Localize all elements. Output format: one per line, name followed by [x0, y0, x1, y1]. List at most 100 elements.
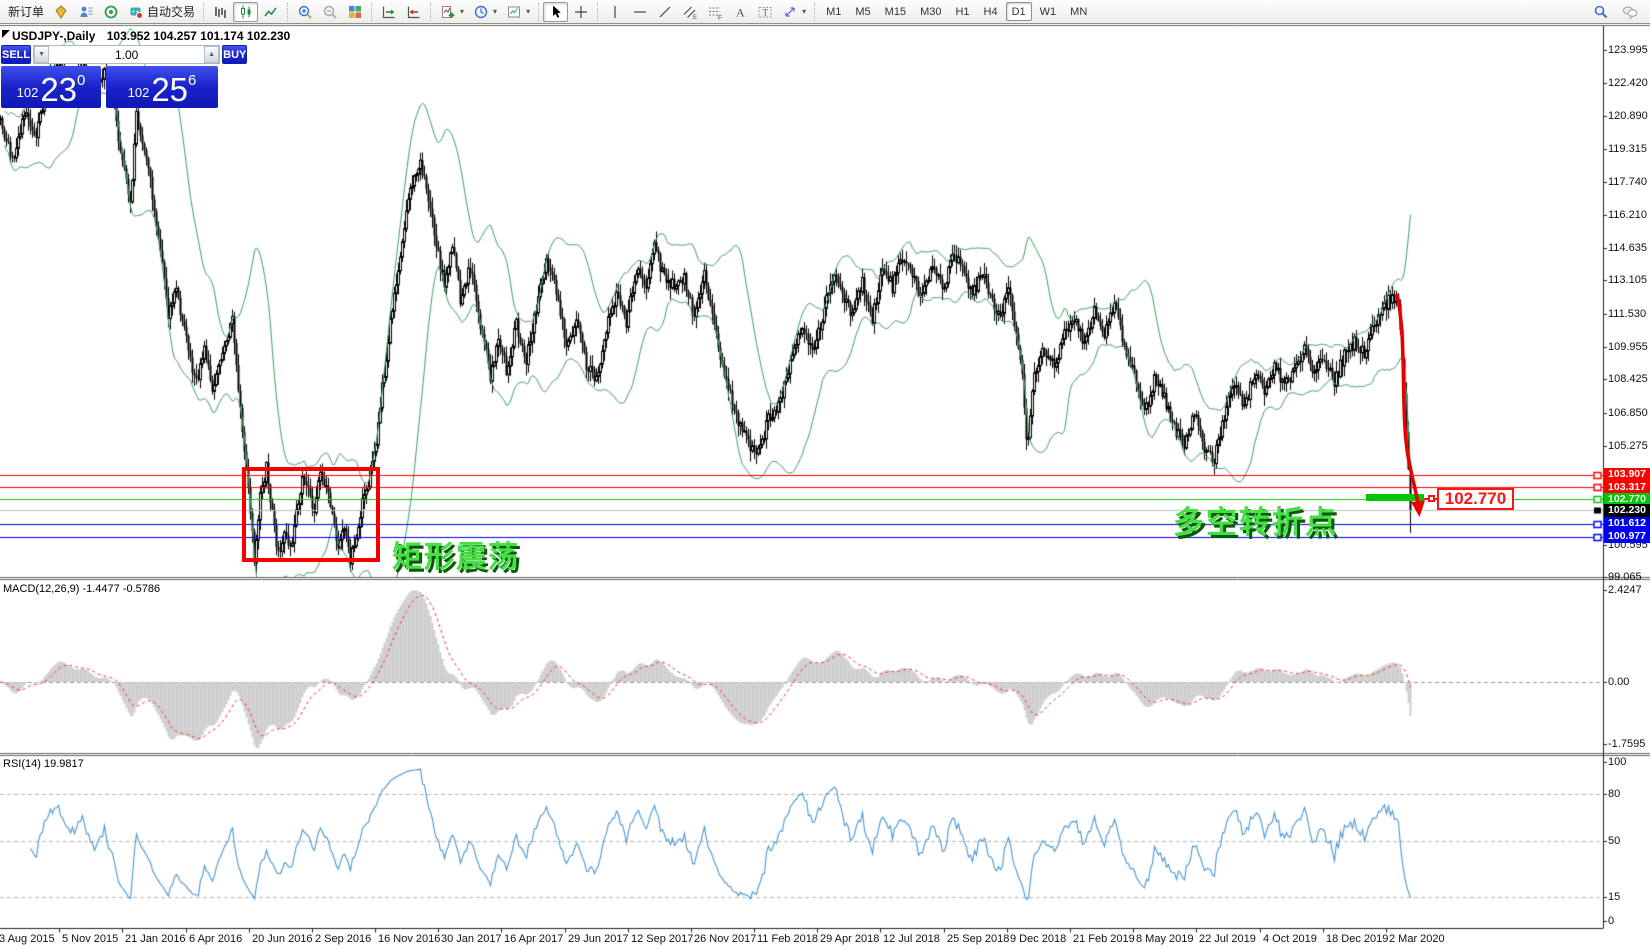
rsi-axis-tick: 80: [1608, 788, 1620, 800]
date-axis-label: 2 Sep 2016: [315, 933, 371, 945]
date-axis-label: 12 Sep 2017: [631, 933, 693, 945]
periods-button[interactable]: ▾: [468, 2, 501, 22]
date-axis-label: 16 Nov 2016: [378, 933, 440, 945]
price-axis-tick: 99.065: [1608, 571, 1642, 583]
price-axis-tick: 109.955: [1608, 341, 1648, 353]
zoom-in-icon: [296, 3, 313, 20]
fibonacci-tool-button[interactable]: F: [702, 2, 727, 22]
fibonacci-icon: F: [706, 3, 723, 20]
text-label-icon: T: [756, 3, 773, 20]
date-axis-label: 20 Jun 2016: [252, 933, 313, 945]
templates-button[interactable]: ▾: [501, 2, 534, 22]
sell-price-pip: 0: [77, 72, 85, 89]
timeframe-mn[interactable]: MN: [1064, 2, 1093, 21]
date-axis-label: 12 Jul 2018: [883, 933, 940, 945]
zoom-out-button[interactable]: [317, 2, 342, 22]
buy-button[interactable]: BUY: [222, 45, 247, 64]
timeframe-h1[interactable]: H1: [949, 2, 975, 21]
timeframe-d1[interactable]: D1: [1006, 2, 1032, 21]
svg-text:A: A: [736, 5, 745, 19]
arrows-dropdown-caret[interactable]: ▾: [802, 7, 806, 16]
volume-increase-button[interactable]: ▲: [204, 46, 219, 63]
date-axis-label: 16 Apr 2017: [504, 933, 563, 945]
chart-shift-icon: [380, 3, 397, 20]
trendline-icon: [656, 3, 673, 20]
new-order-button[interactable]: 新订单: [4, 2, 48, 22]
timeframe-m30[interactable]: M30: [914, 2, 947, 21]
chart-ohlc-values: 103.952 104.257 101.174 102.230: [107, 29, 291, 43]
equidistant-channel-icon: E: [681, 3, 698, 20]
date-axis-label: 25 Sep 2018: [947, 933, 1009, 945]
toolbar-separator: [430, 3, 431, 21]
auto-scroll-icon: [405, 3, 422, 20]
chart-shift-button[interactable]: [376, 2, 401, 22]
date-axis-label: 18 Dec 2019: [1326, 933, 1388, 945]
metaeditor-button[interactable]: [48, 2, 73, 22]
price-tag-102770: 102.770: [1437, 488, 1514, 510]
rectangle-oscillation-label: 矩形震荡: [392, 532, 520, 576]
arrows-shapes-icon: [781, 3, 798, 20]
channel-tool-button[interactable]: E: [677, 2, 702, 22]
trendline-tool-button[interactable]: [652, 2, 677, 22]
price-level-badge: 103.907: [1604, 468, 1650, 481]
periods-clock-icon: [472, 3, 489, 20]
autotrading-button[interactable]: 自动交易: [123, 2, 199, 22]
zoom-out-icon: [321, 3, 338, 20]
market-watch-button[interactable]: [98, 2, 123, 22]
line-chart-button[interactable]: [258, 2, 283, 22]
bar-chart-icon: [212, 3, 229, 20]
chart-symbol-period: USDJPY-,Daily: [12, 29, 95, 43]
rsi-indicator-label: RSI(14) 19.9817: [3, 758, 84, 770]
date-axis-label: 4 Oct 2019: [1263, 933, 1317, 945]
tile-windows-button[interactable]: [342, 2, 367, 22]
search-icon[interactable]: [1592, 3, 1609, 20]
rsi-axis-tick: 100: [1608, 756, 1626, 768]
timeframe-m1[interactable]: M1: [820, 2, 847, 21]
sell-price-display[interactable]: 102 23 0: [1, 66, 101, 108]
indicators-dropdown-caret[interactable]: ▾: [460, 7, 464, 16]
date-axis-label: 11 Feb 2018: [757, 933, 818, 945]
date-axis-label: 8 May 2019: [1136, 933, 1193, 945]
buy-price-display[interactable]: 102 25 6: [106, 66, 218, 108]
candlestick-chart-button[interactable]: [233, 2, 258, 22]
chat-icon[interactable]: [1621, 3, 1638, 20]
strategy-tester-button[interactable]: [73, 2, 98, 22]
price-tag-handle: [1428, 495, 1435, 502]
green-segment-annotation: [1366, 494, 1424, 501]
one-click-collapse-arrow[interactable]: [2, 30, 10, 38]
vertical-line-tool-button[interactable]: [602, 2, 627, 22]
arrows-tool-button[interactable]: ▾: [777, 2, 810, 22]
periods-dropdown-caret[interactable]: ▾: [493, 7, 497, 16]
timeframe-w1[interactable]: W1: [1034, 2, 1063, 21]
sell-button[interactable]: SELL: [1, 45, 31, 64]
market-watch-icon: [102, 3, 119, 20]
toolbar-separator: [814, 3, 815, 21]
timeframe-m15[interactable]: M15: [879, 2, 912, 21]
auto-scroll-button[interactable]: [401, 2, 426, 22]
date-axis-label: 29 Apr 2018: [820, 933, 879, 945]
volume-input[interactable]: [49, 46, 204, 63]
text-tool-icon: A: [731, 3, 748, 20]
crosshair-button[interactable]: [568, 2, 593, 22]
macd-indicator-label: MACD(12,26,9) -1.4477 -0.5786: [3, 583, 160, 595]
buy-price-big: 25: [151, 75, 188, 105]
horizontal-line-tool-button[interactable]: [627, 2, 652, 22]
text-tool-button[interactable]: A: [727, 2, 752, 22]
date-axis-label: 26 Nov 2017: [694, 933, 756, 945]
timeframe-h4[interactable]: H4: [978, 2, 1004, 21]
timeframe-m5[interactable]: M5: [849, 2, 876, 21]
zoom-in-button[interactable]: [292, 2, 317, 22]
volume-decrease-button[interactable]: ▼: [34, 46, 49, 63]
price-axis-tick: 106.850: [1608, 407, 1648, 419]
price-axis-tick: 120.890: [1608, 110, 1648, 122]
one-click-trading-panel: SELL ▼ ▲ BUY 102 23 0 102 25 6: [1, 45, 219, 108]
price-axis-tick: 111.530: [1608, 308, 1646, 320]
cursor-button[interactable]: [543, 2, 568, 22]
price-level-badge: 101.612: [1604, 517, 1650, 530]
indicators-button[interactable]: ▾: [435, 2, 468, 22]
rsi-axis-tick: 0: [1608, 915, 1614, 927]
svg-text:F: F: [718, 14, 722, 20]
label-tool-button[interactable]: T: [752, 2, 777, 22]
templates-dropdown-caret[interactable]: ▾: [526, 7, 530, 16]
bar-chart-button[interactable]: [208, 2, 233, 22]
